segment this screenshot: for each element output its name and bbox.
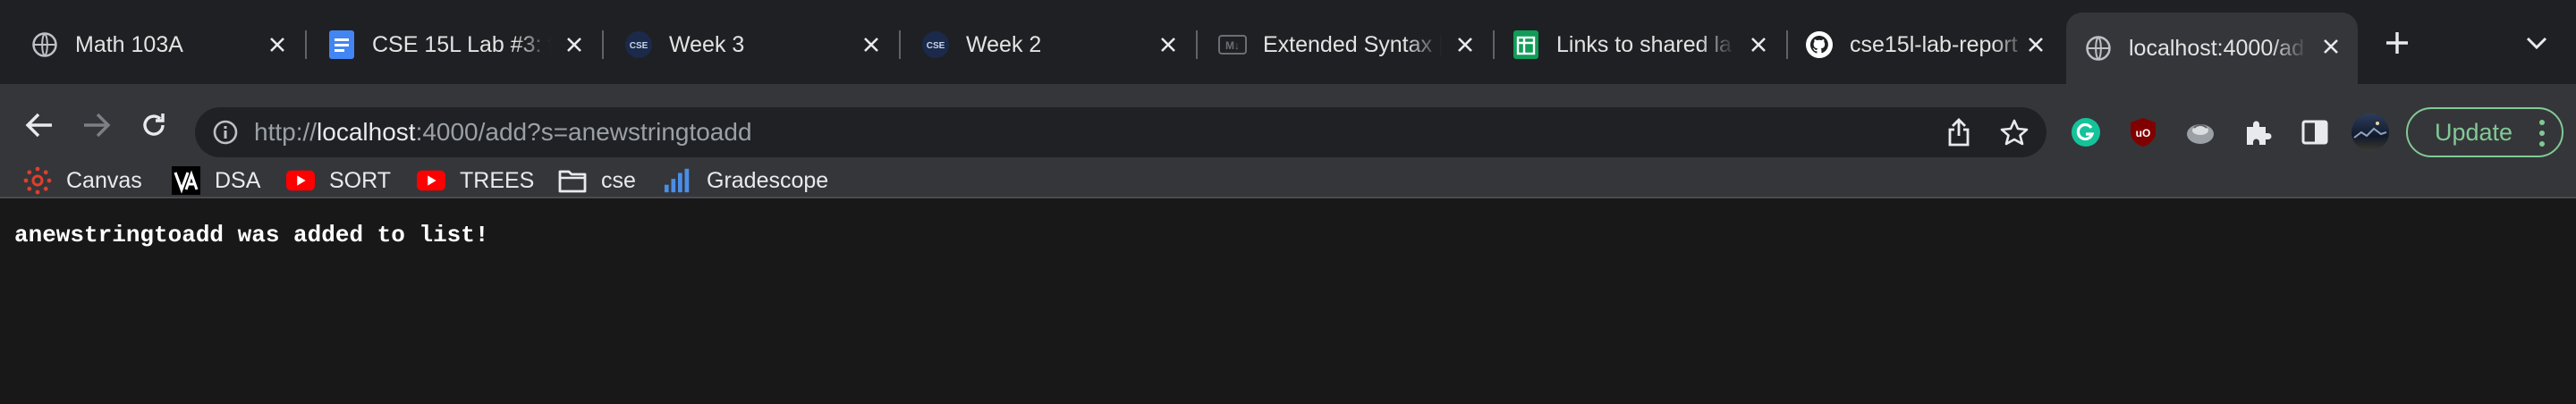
tab-math-103a[interactable]: Math 103A bbox=[13, 11, 307, 79]
tab-separator bbox=[1196, 30, 1198, 59]
tab-title: CSE 15L Lab #3: f bbox=[372, 31, 551, 57]
close-tab-icon[interactable] bbox=[560, 30, 589, 59]
youtube-icon bbox=[286, 166, 315, 195]
bookmark-label: Gradescope bbox=[707, 167, 829, 193]
tab-week-3[interactable]: CSE Week 3 bbox=[606, 11, 901, 79]
tab-separator bbox=[602, 30, 604, 59]
url-host: localhost bbox=[317, 118, 416, 146]
markdown-icon: M↓ bbox=[1218, 30, 1247, 59]
github-icon bbox=[1805, 30, 1834, 59]
tab-week-2[interactable]: CSE Week 2 bbox=[903, 11, 1198, 79]
bookmark-label: cse bbox=[601, 167, 636, 193]
update-button-label: Update bbox=[2435, 118, 2513, 146]
share-icon[interactable] bbox=[1945, 118, 1973, 147]
svg-text:uO: uO bbox=[2136, 127, 2151, 139]
tab-separator bbox=[305, 30, 307, 59]
tab-localhost-active[interactable]: localhost:4000/ad bbox=[2066, 13, 2358, 84]
tab-cse15l-lab-report[interactable]: cse15l-lab-report bbox=[1787, 11, 2063, 79]
tab-title: cse15l-lab-report bbox=[1850, 31, 2018, 57]
page-content: anewstringtoadd was added to list! bbox=[0, 198, 2576, 404]
tab-search-chevron-down-icon[interactable] bbox=[2521, 27, 2553, 59]
bookmark-label: TREES bbox=[460, 167, 535, 193]
tab-links-to-shared-labs[interactable]: Links to shared la bbox=[1494, 11, 1788, 79]
close-tab-icon[interactable] bbox=[1744, 30, 1773, 59]
tab-title: localhost:4000/ad bbox=[2129, 35, 2304, 61]
tab-title: Extended Syntax | bbox=[1263, 31, 1442, 57]
forward-arrow-icon[interactable] bbox=[77, 105, 116, 145]
gradescope-icon bbox=[664, 166, 692, 195]
url-path: :4000/add?s=anewstringtoadd bbox=[415, 118, 752, 146]
bookmark-label: SORT bbox=[329, 167, 391, 193]
tab-title: Math 103A bbox=[75, 31, 183, 57]
close-tab-icon[interactable] bbox=[263, 30, 292, 59]
svg-text:CSE: CSE bbox=[927, 41, 945, 51]
tab-cse-15l-lab-3[interactable]: CSE 15L Lab #3: f bbox=[309, 11, 604, 79]
bookmark-star-icon[interactable] bbox=[2000, 118, 2029, 147]
canvas-icon bbox=[23, 166, 52, 195]
bookmark-label: DSA bbox=[215, 167, 261, 193]
google-docs-icon bbox=[327, 30, 356, 59]
back-arrow-icon[interactable] bbox=[20, 105, 59, 145]
tab-title: Week 3 bbox=[669, 31, 745, 57]
close-tab-icon[interactable] bbox=[2021, 30, 2050, 59]
site-info-icon[interactable] bbox=[211, 118, 240, 147]
youtube-icon bbox=[417, 166, 445, 195]
tab-title: Links to shared la bbox=[1556, 31, 1732, 57]
google-sheets-icon bbox=[1512, 30, 1540, 59]
tab-extended-syntax[interactable]: M↓ Extended Syntax | bbox=[1200, 11, 1495, 79]
cse-logo-icon: CSE bbox=[921, 30, 950, 59]
close-tab-icon[interactable] bbox=[2317, 32, 2345, 61]
url-text[interactable]: http://localhost:4000/add?s=anewstringto… bbox=[254, 118, 752, 147]
close-tab-icon[interactable] bbox=[1154, 30, 1182, 59]
tab-separator bbox=[899, 30, 901, 59]
svg-text:CSE: CSE bbox=[630, 41, 648, 51]
folder-icon bbox=[558, 166, 587, 195]
more-menu-icon[interactable] bbox=[2538, 120, 2546, 147]
svg-text:M↓: M↓ bbox=[1225, 39, 1240, 52]
globe-icon bbox=[2084, 34, 2113, 63]
url-scheme: http:// bbox=[254, 118, 318, 146]
tab-strip: Math 103A CSE 15L Lab #3: f CSE Week 3 C… bbox=[0, 0, 2576, 84]
new-tab-plus-icon[interactable] bbox=[2379, 25, 2415, 61]
reload-icon[interactable] bbox=[134, 105, 174, 145]
server-response-message: anewstringtoadd was added to list! bbox=[14, 222, 489, 248]
tab-title: Week 2 bbox=[966, 31, 1042, 57]
bookmark-label: Canvas bbox=[66, 167, 142, 193]
close-tab-icon[interactable] bbox=[1451, 30, 1479, 59]
close-tab-icon[interactable] bbox=[857, 30, 886, 59]
cse-logo-icon: CSE bbox=[624, 30, 653, 59]
visualgo-icon bbox=[172, 166, 200, 195]
globe-icon bbox=[30, 30, 59, 59]
